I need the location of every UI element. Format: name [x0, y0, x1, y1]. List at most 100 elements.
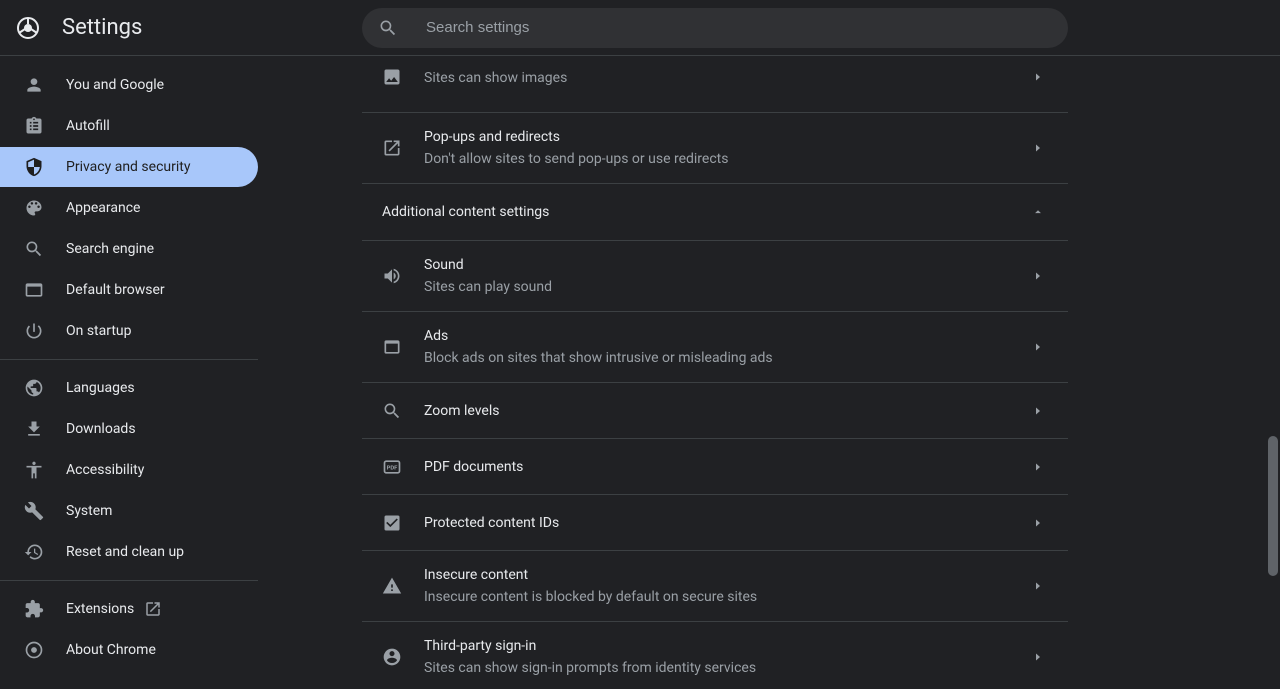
setting-title: Sound: [424, 255, 1028, 275]
setting-subtitle: Block ads on sites that show intrusive o…: [424, 348, 1028, 368]
sidebar-item-label: Privacy and security: [66, 159, 190, 175]
setting-row-ads[interactable]: Ads Block ads on sites that show intrusi…: [362, 311, 1068, 382]
volume-icon: [382, 266, 402, 286]
chevron-right-icon: [1028, 457, 1048, 477]
shield-icon: [24, 157, 44, 177]
sidebar-item-autofill[interactable]: Autofill: [0, 106, 258, 146]
open-in-new-icon: [382, 138, 402, 158]
browser-icon: [24, 280, 44, 300]
section-title: Additional content settings: [382, 204, 549, 220]
sidebar-item-label: Default browser: [66, 282, 165, 298]
sidebar-item-label: About Chrome: [66, 642, 156, 658]
account-icon: [382, 647, 402, 667]
sidebar-item-label: Downloads: [66, 421, 136, 437]
setting-title: Zoom levels: [424, 401, 1028, 421]
sidebar-item-on-startup[interactable]: On startup: [0, 311, 258, 351]
sidebar-item-you-and-google[interactable]: You and Google: [0, 65, 258, 105]
external-link-icon: [144, 600, 162, 618]
section-additional-content[interactable]: Additional content settings: [362, 183, 1068, 240]
setting-subtitle: Sites can show sign-in prompts from iden…: [424, 658, 1028, 678]
sidebar: You and Google Autofill Privacy and secu…: [0, 56, 258, 689]
globe-icon: [24, 378, 44, 398]
search-settings-box[interactable]: [362, 8, 1068, 48]
setting-row-images[interactable]: Sites can show images: [362, 56, 1068, 112]
setting-title: Pop-ups and redirects: [424, 127, 1028, 147]
sidebar-item-appearance[interactable]: Appearance: [0, 188, 258, 228]
sidebar-item-label: You and Google: [66, 77, 164, 93]
chevron-right-icon: [1028, 647, 1048, 667]
setting-subtitle: Insecure content is blocked by default o…: [424, 587, 1028, 607]
setting-row-protected-content[interactable]: Protected content IDs: [362, 494, 1068, 550]
setting-row-insecure-content[interactable]: Insecure content Insecure content is blo…: [362, 550, 1068, 621]
puzzle-icon: [24, 599, 44, 619]
chrome-logo-icon: [16, 16, 40, 40]
sidebar-item-languages[interactable]: Languages: [0, 368, 258, 408]
setting-title: Ads: [424, 326, 1028, 346]
history-icon: [24, 542, 44, 562]
chevron-right-icon: [1028, 67, 1048, 87]
warning-icon: [382, 576, 402, 596]
sidebar-item-label: Languages: [66, 380, 135, 396]
page-title: Settings: [62, 15, 142, 40]
sidebar-item-label: Reset and clean up: [66, 544, 184, 560]
setting-row-popups[interactable]: Pop-ups and redirects Don't allow sites …: [362, 112, 1068, 183]
search-icon: [24, 239, 44, 259]
svg-text:PDF: PDF: [387, 465, 399, 471]
setting-row-sound[interactable]: Sound Sites can play sound: [362, 240, 1068, 311]
chevron-right-icon: [1028, 337, 1048, 357]
setting-row-third-party-signin[interactable]: Third-party sign-in Sites can show sign-…: [362, 621, 1068, 689]
setting-subtitle: Don't allow sites to send pop-ups or use…: [424, 149, 1028, 169]
sidebar-item-label: Search engine: [66, 241, 154, 257]
checkbox-icon: [382, 513, 402, 533]
sidebar-item-system[interactable]: System: [0, 491, 258, 531]
image-icon: [382, 67, 402, 87]
sidebar-item-search-engine[interactable]: Search engine: [0, 229, 258, 269]
sidebar-item-label: Appearance: [66, 200, 140, 216]
sidebar-item-label: Accessibility: [66, 462, 144, 478]
chevron-right-icon: [1028, 266, 1048, 286]
sidebar-item-reset[interactable]: Reset and clean up: [0, 532, 258, 572]
accessibility-icon: [24, 460, 44, 480]
sidebar-divider: [0, 580, 258, 581]
setting-title: Third-party sign-in: [424, 636, 1028, 656]
chrome-icon: [24, 640, 44, 660]
palette-icon: [24, 198, 44, 218]
window-icon: [382, 337, 402, 357]
download-icon: [24, 419, 44, 439]
sidebar-item-label: Extensions: [66, 601, 134, 617]
setting-row-pdf[interactable]: PDF PDF documents: [362, 438, 1068, 494]
setting-subtitle: Sites can show images: [424, 68, 1028, 88]
chevron-up-icon: [1028, 202, 1048, 222]
setting-subtitle: Sites can play sound: [424, 277, 1028, 297]
scrollbar-thumb[interactable]: [1268, 436, 1278, 576]
setting-title: Insecure content: [424, 565, 1028, 585]
search-icon: [378, 18, 412, 38]
person-icon: [24, 75, 44, 95]
chevron-right-icon: [1028, 401, 1048, 421]
wrench-icon: [24, 501, 44, 521]
setting-title: PDF documents: [424, 457, 1028, 477]
sidebar-item-accessibility[interactable]: Accessibility: [0, 450, 258, 490]
power-icon: [24, 321, 44, 341]
main-content: Sites can show images Pop-ups and redire…: [258, 56, 1280, 689]
sidebar-item-label: On startup: [66, 323, 132, 339]
chevron-right-icon: [1028, 576, 1048, 596]
app-header: Settings: [0, 0, 1280, 56]
sidebar-item-default-browser[interactable]: Default browser: [0, 270, 258, 310]
sidebar-item-about-chrome[interactable]: About Chrome: [0, 630, 258, 670]
search-input[interactable]: [426, 19, 1052, 36]
sidebar-item-extensions[interactable]: Extensions: [0, 589, 258, 629]
setting-title: Protected content IDs: [424, 513, 1028, 533]
search-icon: [382, 401, 402, 421]
setting-row-zoom[interactable]: Zoom levels: [362, 382, 1068, 438]
sidebar-item-label: System: [66, 503, 112, 519]
pdf-icon: PDF: [382, 457, 402, 477]
clipboard-icon: [24, 116, 44, 136]
chevron-right-icon: [1028, 138, 1048, 158]
sidebar-item-privacy-security[interactable]: Privacy and security: [0, 147, 258, 187]
sidebar-item-downloads[interactable]: Downloads: [0, 409, 258, 449]
sidebar-divider: [0, 359, 258, 360]
sidebar-item-label: Autofill: [66, 118, 110, 134]
scrollbar[interactable]: [1266, 56, 1280, 689]
chevron-right-icon: [1028, 513, 1048, 533]
